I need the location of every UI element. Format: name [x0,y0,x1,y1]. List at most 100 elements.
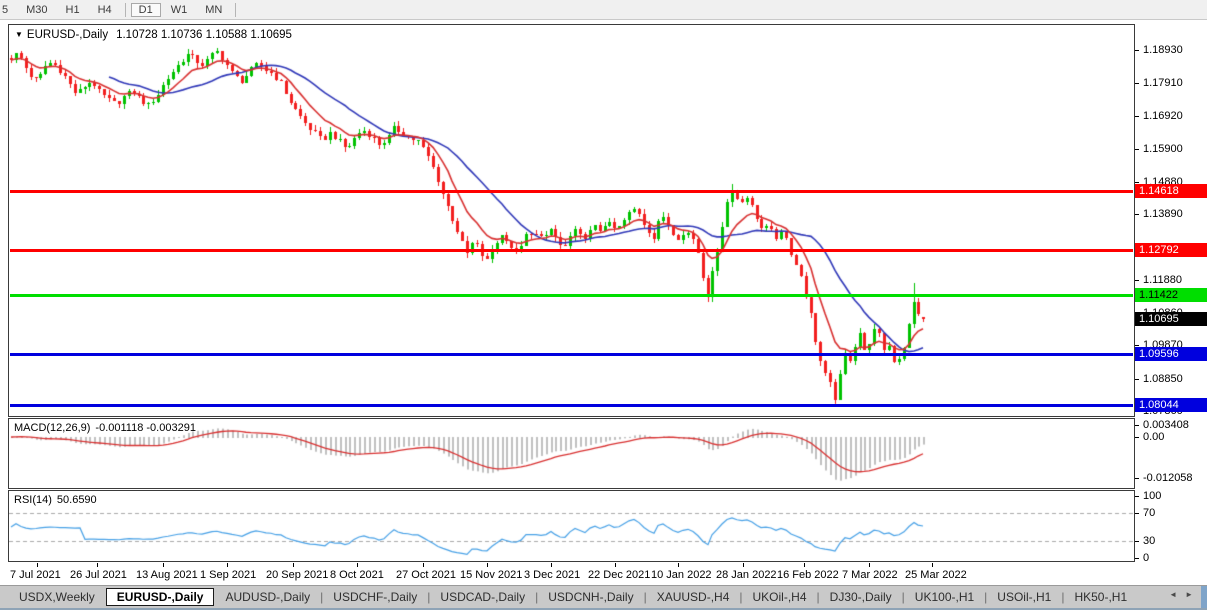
macd-axis-label: 0.003408 [1143,419,1189,431]
date-tick-label: 10 Jan 2022 [651,569,712,581]
tab-separator: | [739,590,743,604]
chart-tab-bar: USDX,Weekly EURUSD-,Daily AUDUSD-,Daily | US… [0,585,1207,608]
date-tick-mark [804,563,805,567]
macd-tick-mark [1135,425,1139,426]
tab-uk100-h1[interactable]: UK100-,H1 [906,588,983,606]
date-tick-label: 25 Mar 2022 [905,569,967,581]
date-tick-label: 16 Feb 2022 [777,569,839,581]
tab-usdx-weekly[interactable]: USDX,Weekly [10,588,104,606]
date-tick-mark [487,563,488,567]
macd-indicator-panel: MACD(12,26,9) -0.001118 -0.003291 [8,418,1135,489]
price-level-label: 1.09596 [1135,347,1207,361]
date-tick-mark [163,563,164,567]
current-price-label: 1.10695 [1135,312,1207,326]
rsi-indicator-panel: RSI(14) 50.6590 [8,490,1135,562]
window-resize-grip [1201,586,1207,608]
horizontal-level-line [10,404,1133,407]
tab-eurusd-daily[interactable]: EURUSD-,Daily [105,588,215,606]
timeframe-button-5[interactable]: 5 [0,3,16,17]
price-tick-mark [1135,379,1139,380]
tab-usdcad-daily[interactable]: USDCAD-,Daily [431,588,534,606]
toolbar-separator [235,2,237,17]
price-level-label: 1.12792 [1135,243,1207,257]
date-tick-mark [551,563,552,567]
price-tick-label: 1.11880 [1143,274,1182,286]
timeframe-button-h4[interactable]: H4 [90,3,120,17]
tab-ukoil-h4[interactable]: UKOil-,H4 [744,588,816,606]
tab-usdcnh-daily[interactable]: USDCNH-,Daily [539,588,642,606]
price-tick-label: 1.08850 [1143,373,1183,385]
price-chart-canvas[interactable] [9,25,1134,416]
tab-usoil-h1[interactable]: USOil-,H1 [988,588,1060,606]
tab-separator: | [1061,590,1065,604]
scroll-right-icon[interactable]: ► [1185,590,1193,599]
price-level-label: 1.08044 [1135,398,1207,412]
rsi-name: RSI(14) [14,494,52,506]
rsi-canvas[interactable] [9,491,1134,561]
price-level-label: 1.14618 [1135,184,1207,198]
tab-separator: | [643,590,647,604]
tab-audusd-daily[interactable]: AUDUSD-,Daily [216,588,319,606]
date-tick-label: 28 Jan 2022 [716,569,777,581]
date-tick-label: 8 Oct 2021 [330,569,384,581]
timeframe-button-d1[interactable]: D1 [130,2,161,17]
price-tick-mark [1135,116,1139,117]
date-tick-mark [869,563,870,567]
date-tick-mark [678,563,679,567]
tab-separator: | [984,590,988,604]
price-tick-mark [1135,345,1139,346]
date-tick-mark [37,563,38,567]
horizontal-level-line [10,249,1133,252]
timeframe-button-h1[interactable]: H1 [58,3,88,17]
timeframe-button-mn[interactable]: MN [197,3,230,17]
price-tick-label: 1.13890 [1143,208,1183,220]
chart-ohlc-values: 1.10728 1.10736 1.10588 1.10695 [116,29,292,41]
tab-usdchf-daily[interactable]: USDCHF-,Daily [324,588,426,606]
tab-hk50-h1[interactable]: HK50-,H1 [1065,588,1136,606]
date-tick-label: 13 Aug 2021 [136,569,198,581]
rsi-axis-label: 100 [1143,490,1162,502]
date-tick-label: 26 Jul 2021 [70,569,127,581]
macd-tick-mark [1135,437,1139,438]
rsi-label: RSI(14) 50.6590 [14,494,97,506]
tab-dj30-daily[interactable]: DJ30-,Daily [821,588,901,606]
tab-separator: | [427,590,431,604]
price-level-label: 1.11422 [1135,288,1207,302]
timeframe-button-w1[interactable]: W1 [163,3,196,17]
price-tick-label: 1.15900 [1143,143,1183,155]
rsi-tick-mark [1135,513,1139,514]
date-tick-mark [357,563,358,567]
date-tick-mark [423,563,424,567]
tab-xauusd-h4[interactable]: XAUUSD-,H4 [648,588,739,606]
price-tick-mark [1135,149,1139,150]
rsi-tick-mark [1135,496,1139,497]
date-tick-label: 1 Sep 2021 [200,569,257,581]
chart-title: ▼ EURUSD-,Daily 1.10728 1.10736 1.10588 1.… [15,29,292,41]
price-chart-panel: ▼ EURUSD-,Daily 1.10728 1.10736 1.10588 1.… [8,24,1135,417]
date-tick-mark [227,563,228,567]
scroll-left-icon[interactable]: ◄ [1169,590,1177,599]
price-tick-label: 1.16920 [1143,110,1183,122]
horizontal-level-line [10,294,1133,297]
rsi-tick-mark [1135,558,1139,559]
rsi-axis-label: 0 [1143,552,1150,564]
date-tick-label: 3 Dec 2021 [524,569,581,581]
horizontal-level-line [10,190,1133,193]
date-tick-label: 15 Nov 2021 [460,569,523,581]
rsi-value: 50.6590 [56,494,97,506]
macd-tick-mark [1135,478,1139,479]
macd-values: -0.001118 -0.003291 [95,422,196,434]
rsi-axis-label: 30 [1143,535,1156,547]
price-tick-label: 1.17910 [1143,77,1183,89]
timeframe-button-m30[interactable]: M30 [18,3,55,17]
price-tick-mark [1135,182,1139,183]
price-axis[interactable]: 1.18930 1.17910 1.16920 1.15900 1.14880 1.138… [1135,24,1207,564]
date-tick-label: 7 Jul 2021 [10,569,61,581]
date-tick-mark [932,563,933,567]
rsi-axis-label: 70 [1143,507,1156,519]
macd-label: MACD(12,26,9) -0.001118 -0.003291 [14,422,196,434]
triangle-down-icon[interactable]: ▼ [15,30,23,39]
trading-terminal-window: 5 M30 H1 H4 D1 W1 MN ▼ EURUSD-,Daily 1.10728 1.1… [0,0,1207,610]
date-axis[interactable]: 7 Jul 2021 26 Jul 2021 13 Aug 2021 1 Sep 20… [8,563,1135,584]
date-tick-label: 27 Oct 2021 [396,569,456,581]
